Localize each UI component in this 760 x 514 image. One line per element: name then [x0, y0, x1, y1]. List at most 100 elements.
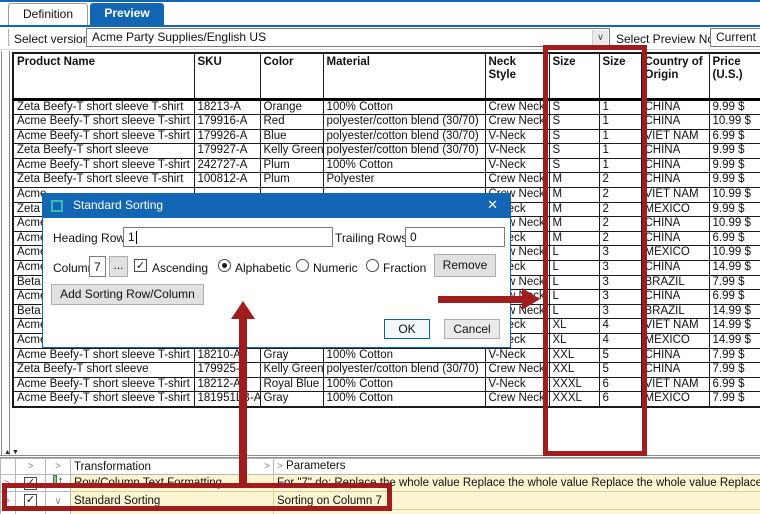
table-cell: 18210-A — [194, 348, 260, 363]
table-cell: 1 — [599, 158, 641, 173]
table-cell: Acme Beefy-T short sleeve T-shirt — [13, 392, 194, 407]
table-cell: S — [549, 129, 599, 144]
table-row: Acme Beefy-T short sleeve T-shirt18212-A… — [13, 377, 760, 392]
transformation-name-cell[interactable]: Standard Sorting — [71, 492, 274, 510]
tab-definition[interactable]: Definition — [8, 3, 88, 25]
close-icon[interactable]: ✕ — [487, 197, 498, 213]
table-cell: 6 — [599, 377, 641, 392]
table-cell: L — [549, 260, 599, 275]
dialog-title-bar[interactable]: Standard Sorting ✕ — [43, 194, 510, 218]
table-cell: CHINA — [641, 99, 709, 115]
partial-cell — [1, 510, 16, 514]
row-enabled-checkbox[interactable]: ✓ — [24, 494, 37, 507]
column-header: Material — [323, 53, 485, 99]
row-expander-cell[interactable]: > — [1, 492, 16, 510]
partial-cell — [46, 510, 71, 514]
chevron-right-icon[interactable]: > — [4, 496, 10, 507]
table-row: Acme Beefy-T short sleeve T-shirt179926-… — [13, 129, 760, 144]
table-cell: MEXICO — [641, 333, 709, 348]
column-input[interactable]: 7 — [89, 256, 106, 277]
row-expander-cell[interactable]: > — [1, 475, 16, 492]
chevron-right-icon[interactable]: > — [277, 461, 283, 472]
tab-preview[interactable]: Preview — [90, 3, 164, 25]
column-header: Product Name — [13, 53, 194, 99]
checkbox-cell[interactable]: ✓ — [16, 475, 46, 492]
table-cell: 100% Cotton — [323, 392, 485, 407]
cancel-button[interactable]: Cancel — [444, 319, 500, 339]
radio-numeric[interactable] — [296, 259, 309, 272]
chevron-down-icon[interactable]: ∨ — [592, 30, 608, 45]
table-cell: 179926-A — [194, 129, 260, 144]
transformation-row[interactable]: > ✓ ↕ Row/Column Text FormattingFor "7" do:… — [1, 475, 760, 492]
add-sorting-button[interactable]: Add Sorting Row/Column — [51, 284, 204, 305]
table-cell: 7.99 $ — [709, 275, 760, 290]
table-cell: V-Neck — [485, 348, 549, 363]
table-cell: 9.99 $ — [709, 173, 760, 188]
radio-dot-icon — [222, 263, 227, 268]
table-row: Zeta Beefy-T short sleeve179927-AKelly G… — [13, 144, 760, 159]
row-enabled-checkbox[interactable]: ✓ — [24, 477, 37, 490]
transformation-row-partial — [1, 510, 760, 514]
row-column-format-icon: ↕ — [53, 475, 64, 488]
radio-fraction[interactable] — [366, 259, 379, 272]
trailing-rows-label: Trailing Rows — [335, 231, 407, 245]
table-cell: XXXL — [549, 392, 599, 407]
parameters-cell[interactable]: Sorting on Column 7 — [274, 492, 760, 510]
icon-cell: ↕ — [46, 475, 71, 492]
column-header: Color — [260, 53, 323, 99]
table-cell: 100% Cotton — [323, 158, 485, 173]
partial-cell — [71, 510, 274, 514]
table-cell: 6.99 $ — [709, 290, 760, 305]
table-cell: XXXL — [549, 377, 599, 392]
table-cell: 1 — [599, 115, 641, 130]
table-cell: 2 — [599, 217, 641, 232]
ascending-checkbox[interactable]: ✓ — [134, 259, 147, 272]
table-cell: CHINA — [641, 173, 709, 188]
parameters-cell[interactable]: For "7" do: Replace the whole value Repl… — [274, 475, 760, 492]
table-cell: L — [549, 290, 599, 305]
table-cell: CHINA — [641, 231, 709, 246]
table-cell: 181951LB-A — [194, 392, 260, 407]
heading-rows-input[interactable]: 1 — [123, 227, 333, 247]
chevron-right-icon[interactable]: > — [28, 461, 34, 472]
radio-alphabetic[interactable] — [218, 259, 231, 272]
dialog-app-icon — [51, 200, 63, 212]
table-cell: 1 — [599, 129, 641, 144]
table-row: Acme Beefy-T short sleeve T-shirt179916-… — [13, 115, 760, 130]
chevron-right-icon[interactable]: > — [55, 461, 61, 472]
table-cell: 4 — [599, 333, 641, 348]
table-cell: Zeta Beefy-T short sleeve T-shirt — [13, 99, 194, 115]
transformation-name-cell[interactable]: Row/Column Text Formatting — [71, 475, 274, 492]
table-row: Acme Beefy-T short sleeve T-shirt181951L… — [13, 392, 760, 407]
column-picker-button[interactable]: ... — [109, 256, 128, 277]
remove-button[interactable]: Remove — [434, 254, 496, 277]
collapse-chevron-icon[interactable]: ∨ — [54, 496, 61, 507]
trailing-rows-input[interactable]: 0 — [405, 227, 505, 247]
table-cell: XXL — [549, 363, 599, 378]
chevron-right-icon[interactable]: > — [264, 460, 270, 474]
version-select[interactable]: Acme Party Supplies/English US ∨ — [86, 28, 610, 47]
table-cell: 2 — [599, 231, 641, 246]
chevron-right-icon[interactable]: > — [4, 478, 10, 489]
table-cell: CHINA — [641, 217, 709, 232]
table-cell: 3 — [599, 304, 641, 319]
table-cell: Red — [260, 115, 323, 130]
table-cell: 9.99 $ — [709, 202, 760, 217]
preview-node-select[interactable]: Current — [710, 28, 760, 47]
table-cell: L — [549, 275, 599, 290]
table-cell: CHINA — [641, 260, 709, 275]
transformation-row[interactable]: > ✓ ∨ Standard SortingSorting on Column 7 — [1, 492, 760, 510]
checkbox-cell[interactable]: ✓ — [16, 492, 46, 510]
app-window: Definition Preview Select version Acme P… — [0, 0, 760, 514]
table-cell: CHINA — [641, 348, 709, 363]
table-cell: 10.99 $ — [709, 187, 760, 202]
table-cell: 3 — [599, 290, 641, 305]
table-cell: Kelly Green — [260, 144, 323, 159]
ok-button[interactable]: OK — [384, 319, 430, 339]
table-cell: CHINA — [641, 144, 709, 159]
table-cell: 5 — [599, 348, 641, 363]
table-cell: 2 — [599, 202, 641, 217]
table-cell: Crew Neck — [485, 392, 549, 407]
table-cell: 179925-A — [194, 363, 260, 378]
table-cell: VIET NAM — [641, 319, 709, 334]
